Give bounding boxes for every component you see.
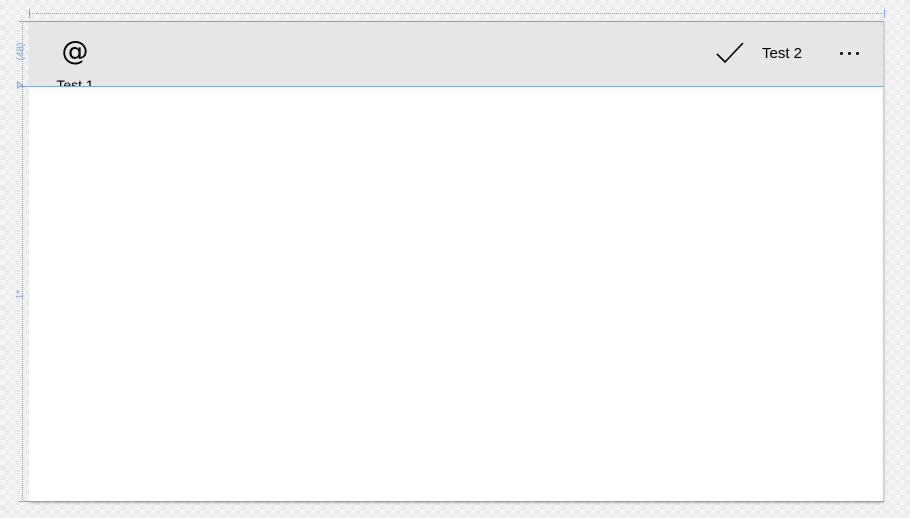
more-ellipsis-icon <box>839 51 859 55</box>
row-2-height-label: 1* <box>15 289 27 300</box>
canvas-right-edge <box>883 21 884 502</box>
test-2-button-label: Test 2 <box>762 44 803 62</box>
test-1-button[interactable]: @ Test 1 <box>45 21 105 87</box>
row-split-marker[interactable] <box>17 81 23 89</box>
test-2-button[interactable]: Test 2 <box>715 35 802 71</box>
test-1-button-label: Test 1 <box>56 77 94 86</box>
row-guide-top <box>19 21 884 22</box>
checkmark-icon <box>716 42 744 64</box>
column-guide-line <box>29 13 885 14</box>
more-options-button[interactable] <box>829 35 869 71</box>
at-icon: @ <box>61 36 89 67</box>
row-guide-bottom <box>19 501 884 502</box>
column-guide-tick-right <box>884 9 885 18</box>
row-guide-row-split[interactable] <box>19 86 884 87</box>
design-canvas: @ Test 1 Test 2 <box>29 21 883 502</box>
command-bar: @ Test 1 Test 2 <box>29 21 883 86</box>
row-1-height-label: (48) <box>15 42 27 61</box>
row-definition-rail[interactable] <box>22 21 23 502</box>
column-guide-tick-left <box>29 9 30 18</box>
